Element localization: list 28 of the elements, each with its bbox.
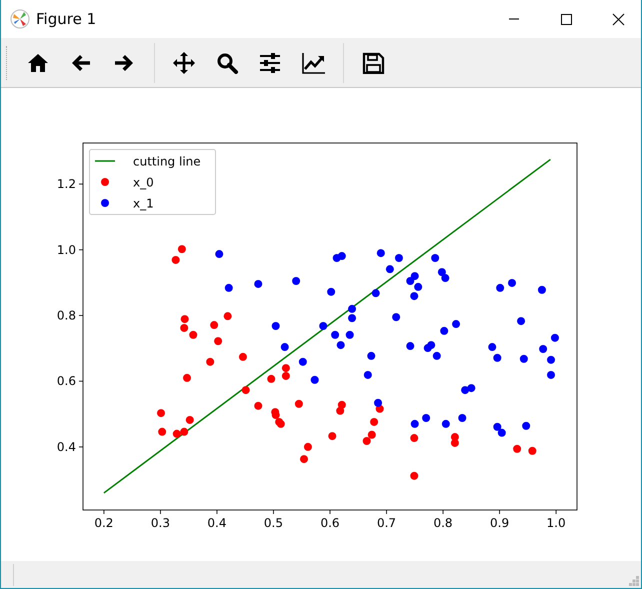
home-icon bbox=[27, 52, 50, 74]
x-tick-label: 0.5 bbox=[264, 516, 284, 530]
search-icon bbox=[216, 52, 239, 74]
y-tick-label: 1.0 bbox=[56, 243, 76, 258]
legend-label: x_1 bbox=[133, 196, 154, 211]
y-tick-label: 0.6 bbox=[56, 374, 76, 389]
x-tick-label: 0.4 bbox=[207, 516, 226, 530]
line-chart-icon bbox=[302, 52, 325, 74]
window-title: Figure 1 bbox=[36, 10, 98, 28]
move-icon bbox=[173, 52, 196, 74]
save-icon bbox=[362, 52, 385, 74]
y-tick-label: 0.8 bbox=[56, 308, 76, 323]
app-logo-icon bbox=[10, 9, 30, 29]
x-tick-label: 0.7 bbox=[376, 516, 396, 530]
legend-label: x_0 bbox=[133, 176, 154, 190]
close-icon bbox=[612, 12, 624, 26]
x-tick-label: 0.2 bbox=[94, 516, 114, 530]
resize-grip-icon[interactable] bbox=[629, 576, 639, 586]
y-tick-label: 1.2 bbox=[56, 177, 76, 192]
x-tick-label: 1.0 bbox=[546, 516, 566, 530]
legend-label: cutting line bbox=[133, 154, 201, 169]
sliders-icon bbox=[259, 52, 282, 74]
x-tick-label: 0.9 bbox=[490, 516, 510, 530]
x-tick-label: 0.3 bbox=[150, 516, 170, 530]
maximize-icon bbox=[560, 12, 572, 26]
x-tick-label: 0.6 bbox=[320, 516, 340, 530]
x-tick-label: 0.8 bbox=[434, 516, 453, 530]
y-tick-label: 0.4 bbox=[56, 440, 76, 454]
